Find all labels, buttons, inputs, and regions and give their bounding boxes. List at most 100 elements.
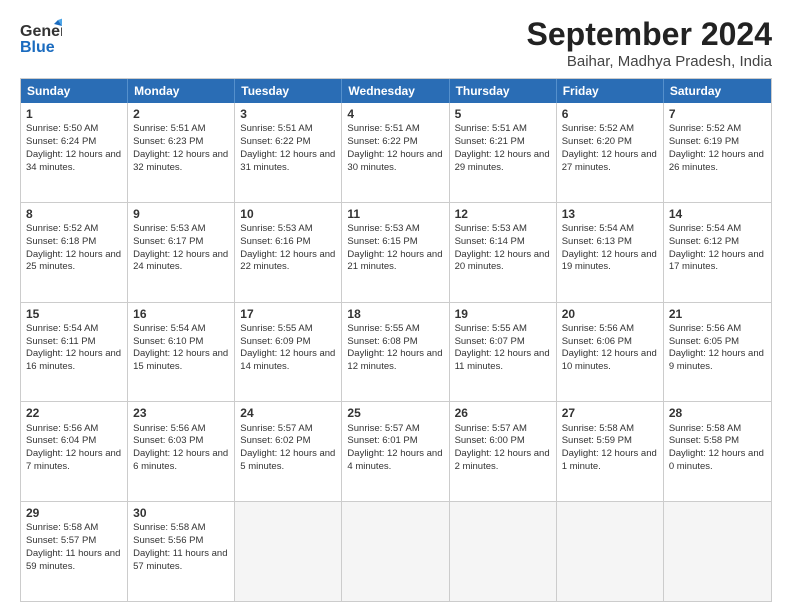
sunrise: Sunrise: 5:51 AM xyxy=(133,123,205,134)
day-cell xyxy=(235,502,342,601)
sunset: Sunset: 5:57 PM xyxy=(26,535,96,546)
sunrise: Sunrise: 5:56 AM xyxy=(26,423,98,434)
day-number: 28 xyxy=(669,405,766,421)
day-number: 14 xyxy=(669,206,766,222)
day-number: 29 xyxy=(26,505,122,521)
sunset: Sunset: 6:06 PM xyxy=(562,336,632,347)
day-number: 7 xyxy=(669,106,766,122)
day-cell: 10Sunrise: 5:53 AMSunset: 6:16 PMDayligh… xyxy=(235,203,342,302)
day-number: 11 xyxy=(347,206,443,222)
daylight: Daylight: 12 hours and 0 minutes. xyxy=(669,448,764,472)
day-cell: 8Sunrise: 5:52 AMSunset: 6:18 PMDaylight… xyxy=(21,203,128,302)
sunrise: Sunrise: 5:55 AM xyxy=(347,323,419,334)
day-number: 22 xyxy=(26,405,122,421)
day-number: 13 xyxy=(562,206,658,222)
daylight: Daylight: 12 hours and 34 minutes. xyxy=(26,149,121,173)
day-number: 19 xyxy=(455,306,551,322)
sunset: Sunset: 6:23 PM xyxy=(133,136,203,147)
day-number: 10 xyxy=(240,206,336,222)
day-cell: 3Sunrise: 5:51 AMSunset: 6:22 PMDaylight… xyxy=(235,103,342,202)
sunrise: Sunrise: 5:56 AM xyxy=(669,323,741,334)
day-cell: 19Sunrise: 5:55 AMSunset: 6:07 PMDayligh… xyxy=(450,303,557,402)
location-title: Baihar, Madhya Pradesh, India xyxy=(527,53,772,70)
sunset: Sunset: 6:05 PM xyxy=(669,336,739,347)
month-title: September 2024 xyxy=(527,16,772,53)
day-cell: 25Sunrise: 5:57 AMSunset: 6:01 PMDayligh… xyxy=(342,402,449,501)
sunset: Sunset: 6:02 PM xyxy=(240,435,310,446)
sunrise: Sunrise: 5:54 AM xyxy=(562,223,634,234)
day-cell: 15Sunrise: 5:54 AMSunset: 6:11 PMDayligh… xyxy=(21,303,128,402)
sunrise: Sunrise: 5:52 AM xyxy=(562,123,634,134)
day-number: 5 xyxy=(455,106,551,122)
daylight: Daylight: 12 hours and 7 minutes. xyxy=(26,448,121,472)
sunset: Sunset: 6:18 PM xyxy=(26,236,96,247)
day-number: 2 xyxy=(133,106,229,122)
daylight: Daylight: 12 hours and 4 minutes. xyxy=(347,448,442,472)
sunrise: Sunrise: 5:53 AM xyxy=(133,223,205,234)
day-number: 23 xyxy=(133,405,229,421)
day-cell: 29Sunrise: 5:58 AMSunset: 5:57 PMDayligh… xyxy=(21,502,128,601)
day-number: 4 xyxy=(347,106,443,122)
day-cell: 14Sunrise: 5:54 AMSunset: 6:12 PMDayligh… xyxy=(664,203,771,302)
daylight: Daylight: 12 hours and 24 minutes. xyxy=(133,249,228,273)
day-number: 16 xyxy=(133,306,229,322)
sunrise: Sunrise: 5:51 AM xyxy=(240,123,312,134)
day-number: 20 xyxy=(562,306,658,322)
sunset: Sunset: 6:11 PM xyxy=(26,336,96,347)
day-cell: 11Sunrise: 5:53 AMSunset: 6:15 PMDayligh… xyxy=(342,203,449,302)
day-cell: 13Sunrise: 5:54 AMSunset: 6:13 PMDayligh… xyxy=(557,203,664,302)
day-number: 18 xyxy=(347,306,443,322)
week-row-2: 8Sunrise: 5:52 AMSunset: 6:18 PMDaylight… xyxy=(21,202,771,302)
daylight: Daylight: 12 hours and 29 minutes. xyxy=(455,149,550,173)
daylight: Daylight: 12 hours and 31 minutes. xyxy=(240,149,335,173)
day-number: 30 xyxy=(133,505,229,521)
header-wednesday: Wednesday xyxy=(342,79,449,103)
week-row-3: 15Sunrise: 5:54 AMSunset: 6:11 PMDayligh… xyxy=(21,302,771,402)
day-cell: 27Sunrise: 5:58 AMSunset: 5:59 PMDayligh… xyxy=(557,402,664,501)
sunset: Sunset: 6:04 PM xyxy=(26,435,96,446)
sunrise: Sunrise: 5:50 AM xyxy=(26,123,98,134)
week-row-5: 29Sunrise: 5:58 AMSunset: 5:57 PMDayligh… xyxy=(21,501,771,601)
day-number: 25 xyxy=(347,405,443,421)
header-tuesday: Tuesday xyxy=(235,79,342,103)
sunset: Sunset: 6:09 PM xyxy=(240,336,310,347)
sunset: Sunset: 6:16 PM xyxy=(240,236,310,247)
day-cell: 16Sunrise: 5:54 AMSunset: 6:10 PMDayligh… xyxy=(128,303,235,402)
day-cell: 9Sunrise: 5:53 AMSunset: 6:17 PMDaylight… xyxy=(128,203,235,302)
daylight: Daylight: 12 hours and 10 minutes. xyxy=(562,348,657,372)
calendar-body: 1Sunrise: 5:50 AMSunset: 6:24 PMDaylight… xyxy=(21,103,771,601)
day-cell: 6Sunrise: 5:52 AMSunset: 6:20 PMDaylight… xyxy=(557,103,664,202)
day-cell: 7Sunrise: 5:52 AMSunset: 6:19 PMDaylight… xyxy=(664,103,771,202)
sunrise: Sunrise: 5:57 AM xyxy=(455,423,527,434)
day-cell: 24Sunrise: 5:57 AMSunset: 6:02 PMDayligh… xyxy=(235,402,342,501)
sunset: Sunset: 6:22 PM xyxy=(347,136,417,147)
sunrise: Sunrise: 5:54 AM xyxy=(133,323,205,334)
sunset: Sunset: 5:58 PM xyxy=(669,435,739,446)
header-friday: Friday xyxy=(557,79,664,103)
day-number: 15 xyxy=(26,306,122,322)
sunset: Sunset: 6:21 PM xyxy=(455,136,525,147)
day-number: 1 xyxy=(26,106,122,122)
sunset: Sunset: 6:12 PM xyxy=(669,236,739,247)
sunrise: Sunrise: 5:54 AM xyxy=(26,323,98,334)
header-sunday: Sunday xyxy=(21,79,128,103)
daylight: Daylight: 12 hours and 20 minutes. xyxy=(455,249,550,273)
daylight: Daylight: 12 hours and 15 minutes. xyxy=(133,348,228,372)
sunset: Sunset: 6:17 PM xyxy=(133,236,203,247)
daylight: Daylight: 12 hours and 2 minutes. xyxy=(455,448,550,472)
daylight: Daylight: 12 hours and 21 minutes. xyxy=(347,249,442,273)
day-cell: 23Sunrise: 5:56 AMSunset: 6:03 PMDayligh… xyxy=(128,402,235,501)
sunrise: Sunrise: 5:56 AM xyxy=(562,323,634,334)
sunrise: Sunrise: 5:58 AM xyxy=(26,522,98,533)
day-cell xyxy=(342,502,449,601)
day-cell: 18Sunrise: 5:55 AMSunset: 6:08 PMDayligh… xyxy=(342,303,449,402)
daylight: Daylight: 12 hours and 14 minutes. xyxy=(240,348,335,372)
sunrise: Sunrise: 5:51 AM xyxy=(347,123,419,134)
logo: General Blue xyxy=(20,16,62,58)
daylight: Daylight: 12 hours and 12 minutes. xyxy=(347,348,442,372)
svg-text:Blue: Blue xyxy=(20,39,55,56)
sunrise: Sunrise: 5:53 AM xyxy=(240,223,312,234)
daylight: Daylight: 12 hours and 1 minute. xyxy=(562,448,657,472)
day-number: 3 xyxy=(240,106,336,122)
svg-text:General: General xyxy=(20,23,62,40)
